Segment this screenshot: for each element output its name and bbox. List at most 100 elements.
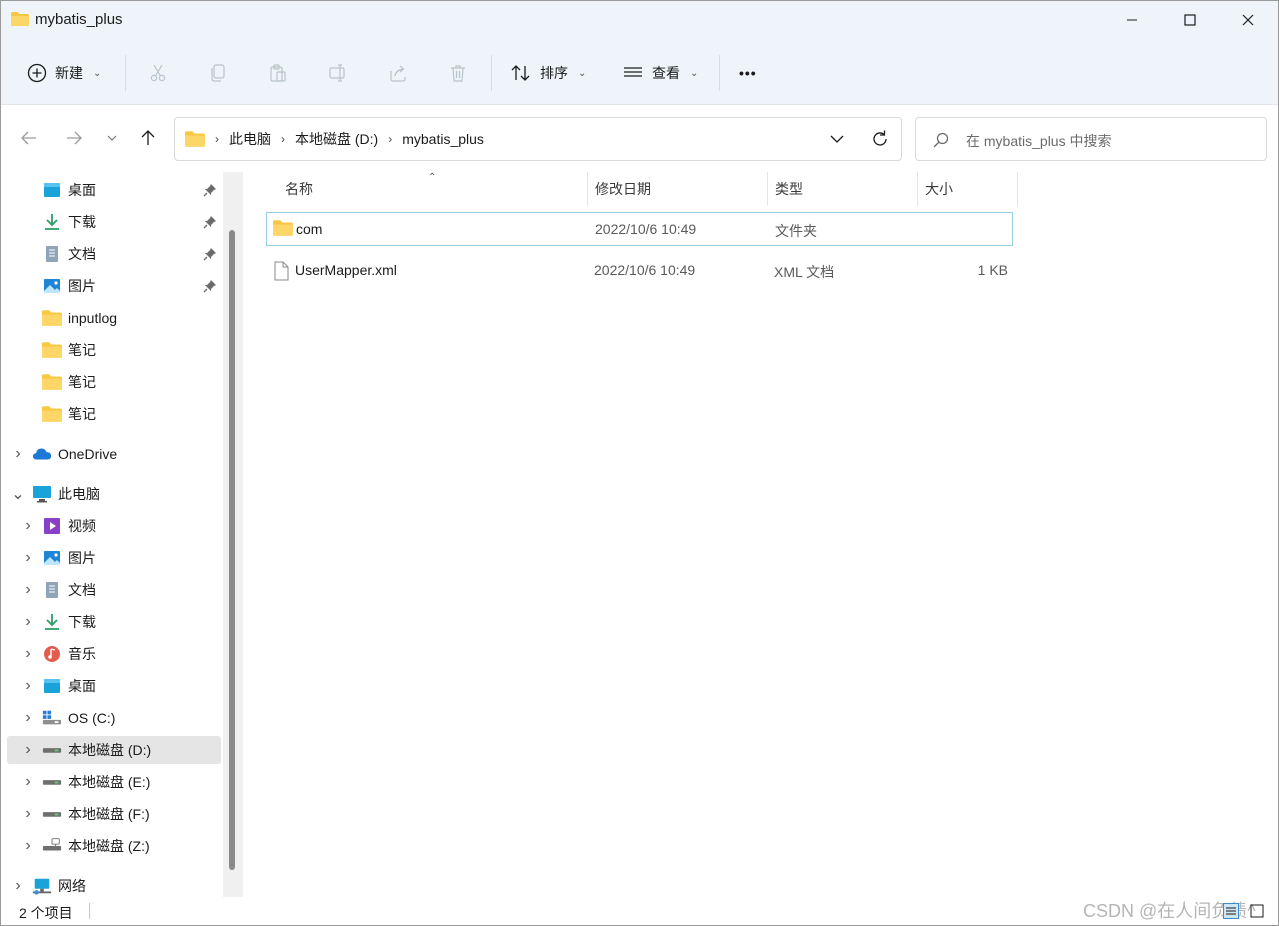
chevron-right-icon[interactable]: › xyxy=(21,581,35,599)
tiles-view-button[interactable] xyxy=(1245,899,1269,923)
more-button[interactable]: ••• xyxy=(739,57,757,89)
minimize-button[interactable] xyxy=(1103,1,1161,39)
breadcrumb-drive-d[interactable]: 本地磁盘 (D:) xyxy=(295,129,378,149)
column-header-modified[interactable]: 修改日期 xyxy=(595,172,651,206)
nav-item-label: 视频 xyxy=(68,518,96,534)
breadcrumb-current-folder[interactable]: mybatis_plus xyxy=(402,131,484,147)
quick-access-item[interactable]: 图片 xyxy=(1,272,221,300)
search-input[interactable]: 在 mybatis_plus 中搜索 xyxy=(966,131,1111,151)
pc-item[interactable]: › 文档 xyxy=(1,576,221,604)
chevron-right-icon[interactable]: › xyxy=(21,837,35,855)
nav-item-label: 桌面 xyxy=(68,182,96,198)
chevron-right-icon[interactable]: › xyxy=(21,741,35,759)
new-button[interactable]: 新建 ⌄ xyxy=(27,57,101,89)
details-view-button[interactable] xyxy=(1219,899,1243,923)
breadcrumb-this-pc[interactable]: 此电脑 xyxy=(229,129,271,149)
pc-item[interactable]: › OS (C:) xyxy=(1,704,221,732)
quick-access-item[interactable]: 文档 xyxy=(1,240,221,268)
pc-item[interactable]: › 本地磁盘 (E:) xyxy=(1,768,221,796)
pc-item[interactable]: › 桌面 xyxy=(1,672,221,700)
nav-item-network[interactable]: › 网络 xyxy=(1,872,221,900)
sort-button[interactable]: 排序 ⌄ xyxy=(510,57,586,89)
pc-item[interactable]: › 音乐 xyxy=(1,640,221,668)
share-button[interactable] xyxy=(384,59,412,87)
rename-button[interactable] xyxy=(324,59,352,87)
video-icon xyxy=(42,516,62,536)
chevron-right-icon[interactable]: › xyxy=(21,549,35,567)
chevron-right-icon[interactable]: › xyxy=(21,805,35,823)
pc-item[interactable]: › 下载 xyxy=(1,608,221,636)
chevron-down-icon[interactable]: ⌄ xyxy=(11,484,25,504)
file-row-usermapper[interactable]: UserMapper.xml 2022/10/6 10:49 XML 文档 1 … xyxy=(266,254,1013,288)
file-type: 文件夹 xyxy=(775,223,817,239)
pc-item[interactable]: › 本地磁盘 (Z:) xyxy=(1,832,221,860)
more-icon: ••• xyxy=(739,65,757,81)
chevron-right-icon[interactable]: › xyxy=(11,445,25,463)
column-divider[interactable] xyxy=(767,172,768,206)
forward-button[interactable] xyxy=(62,126,86,150)
column-header-name[interactable]: 名称 xyxy=(285,172,313,206)
file-row-com[interactable]: com 2022/10/6 10:49 文件夹 xyxy=(266,212,1013,246)
file-explorer-window: mybatis_plus 新建 ⌄ 排序 ⌄ 查看 ⌄ ••• › 此电脑 › … xyxy=(0,0,1279,926)
column-divider[interactable] xyxy=(587,172,588,206)
divider xyxy=(89,903,90,919)
quick-access-item[interactable]: 笔记 xyxy=(1,400,221,428)
quick-access-item[interactable]: 笔记 xyxy=(1,336,221,364)
chevron-right-icon[interactable]: › xyxy=(21,773,35,791)
chevron-right-icon[interactable]: › xyxy=(281,132,285,146)
column-divider[interactable] xyxy=(917,172,918,206)
desktop-icon xyxy=(42,180,62,200)
file-modified: 2022/10/6 10:49 xyxy=(594,262,696,278)
pin-icon xyxy=(203,215,217,229)
chevron-right-icon[interactable]: › xyxy=(21,517,35,535)
chevron-right-icon[interactable]: › xyxy=(21,645,35,663)
column-divider[interactable] xyxy=(1017,172,1018,206)
pc-item[interactable]: › 图片 xyxy=(1,544,221,572)
close-button[interactable] xyxy=(1219,1,1277,39)
arrow-right-icon xyxy=(67,131,82,145)
copy-button[interactable] xyxy=(204,59,232,87)
quick-access-item[interactable]: inputlog xyxy=(1,304,221,332)
nav-item-this-pc[interactable]: ⌄ 此电脑 xyxy=(1,480,221,508)
folder-icon xyxy=(42,372,62,392)
recent-locations-button[interactable] xyxy=(100,126,124,150)
pc-item[interactable]: › 本地磁盘 (F:) xyxy=(1,800,221,828)
nav-item-onedrive[interactable]: › OneDrive xyxy=(1,440,221,468)
sidebar-scrollbar-track[interactable] xyxy=(223,172,243,897)
search-box[interactable]: 在 mybatis_plus 中搜索 xyxy=(915,117,1267,161)
folder-icon xyxy=(42,340,62,360)
nav-item-label: 下载 xyxy=(68,214,96,230)
address-history-chevron-icon[interactable] xyxy=(827,129,847,149)
column-header-type[interactable]: 类型 xyxy=(775,172,803,206)
chevron-right-icon[interactable]: › xyxy=(11,877,25,895)
chevron-right-icon[interactable]: › xyxy=(21,677,35,695)
pc-item[interactable]: › 本地磁盘 (D:) xyxy=(1,736,221,764)
column-header-size[interactable]: 大小 xyxy=(925,172,953,206)
up-button[interactable] xyxy=(136,126,160,150)
sidebar-scrollbar-thumb[interactable] xyxy=(229,230,235,870)
drive-icon xyxy=(42,740,62,760)
maximize-button[interactable] xyxy=(1161,1,1219,39)
chevron-right-icon[interactable]: › xyxy=(21,613,35,631)
sort-label: 排序 xyxy=(540,65,568,81)
pc-item[interactable]: › 视频 xyxy=(1,512,221,540)
quick-access-item[interactable]: 下载 xyxy=(1,208,221,236)
quick-access-item[interactable]: 桌面 xyxy=(1,176,221,204)
folder-icon xyxy=(42,404,62,424)
chevron-down-icon: ⌄ xyxy=(93,67,102,79)
nav-item-label: 桌面 xyxy=(68,678,96,694)
pin-icon xyxy=(203,247,217,261)
paste-button[interactable] xyxy=(264,59,292,87)
address-bar[interactable]: › 此电脑 › 本地磁盘 (D:) › mybatis_plus xyxy=(174,117,902,161)
delete-button[interactable] xyxy=(444,59,472,87)
refresh-icon[interactable] xyxy=(869,128,891,150)
chevron-right-icon[interactable]: › xyxy=(21,709,35,727)
onedrive-icon xyxy=(32,444,52,464)
view-button[interactable]: 查看 ⌄ xyxy=(622,57,698,89)
nav-item-label: 本地磁盘 (D:) xyxy=(68,742,152,758)
back-button[interactable] xyxy=(17,126,41,150)
quick-access-item[interactable]: 笔记 xyxy=(1,368,221,396)
chevron-right-icon[interactable]: › xyxy=(388,132,392,146)
file-list: ⌃ 名称 修改日期 类型 大小 com 2022/10/6 10:49 文件夹 … xyxy=(244,172,1278,897)
cut-button[interactable] xyxy=(144,59,172,87)
